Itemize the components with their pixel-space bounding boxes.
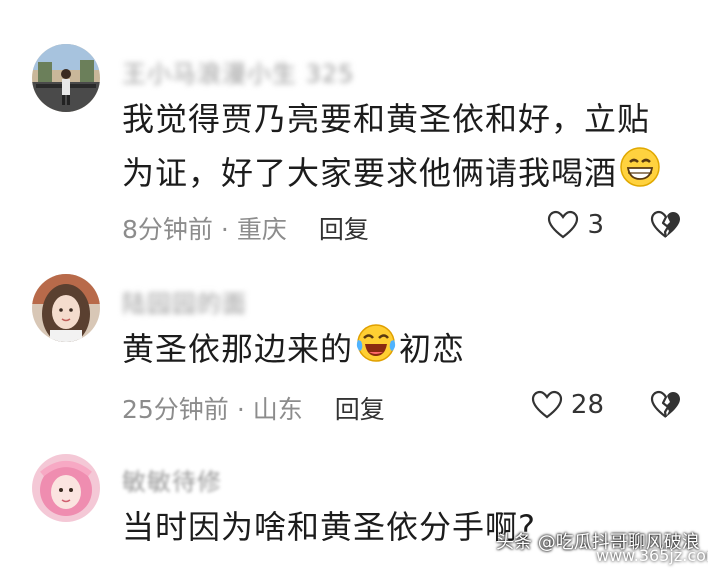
like-count: 28 (570, 390, 604, 420)
avatar[interactable] (32, 274, 100, 342)
comment-meta: 25分钟前 · 山东 回复 (122, 395, 385, 424)
like-button[interactable]: 3 (547, 210, 604, 240)
broken-heart-icon (650, 390, 680, 418)
comment-line-1: 我觉得贾乃亮要和黄圣依和好，立贴 (122, 100, 651, 138)
location: 重庆 (236, 215, 287, 244)
comment-text: 黄圣依那边来的 初恋 (122, 322, 682, 380)
avatar[interactable] (32, 44, 100, 112)
watermark-site: www.365jz.com (596, 546, 708, 565)
timestamp: 8分钟前 (122, 215, 213, 244)
comment-meta: 8分钟前 · 重庆 回复 (122, 215, 369, 244)
reply-button[interactable]: 回复 (335, 395, 385, 424)
timestamp: 25分钟前 (122, 395, 229, 424)
heart-icon (548, 210, 579, 239)
crying-laughing-face-icon (355, 322, 397, 380)
location: 山东 (252, 395, 303, 424)
username[interactable]: 陆园园的面 (122, 284, 247, 319)
comment-text: 我觉得贾乃亮要和黄圣依和好，立贴 为证，好了大家要求他俩请我喝酒 (122, 92, 682, 204)
grinning-face-icon (619, 146, 661, 204)
dislike-button[interactable] (650, 210, 682, 244)
like-button[interactable]: 28 (531, 390, 604, 420)
broken-heart-icon (650, 210, 680, 238)
username[interactable]: 敏敏待修 (122, 462, 222, 497)
comment-line-2: 为证，好了大家要求他俩请我喝酒 (122, 146, 682, 204)
username[interactable]: 王小马浪漫小生 325 (122, 54, 354, 89)
reply-button[interactable]: 回复 (319, 215, 369, 244)
like-count: 3 (587, 210, 604, 240)
avatar[interactable] (32, 454, 100, 522)
dislike-button[interactable] (650, 390, 682, 424)
heart-icon (531, 390, 563, 419)
